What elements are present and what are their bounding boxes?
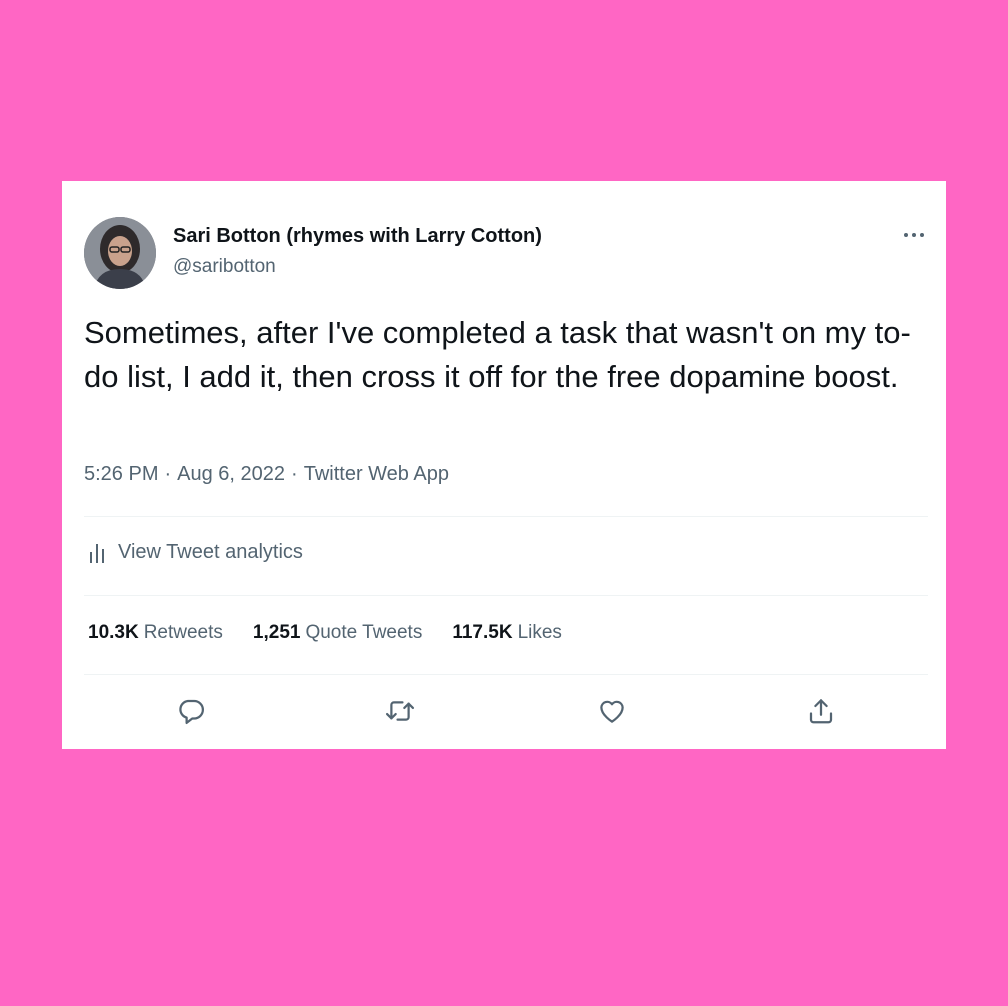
author-display-name[interactable]: Sari Botton (rhymes with Larry Cotton): [173, 225, 542, 248]
divider: [84, 595, 928, 596]
share-button[interactable]: [803, 693, 839, 729]
divider: [84, 516, 928, 517]
reply-button[interactable]: [173, 693, 209, 729]
retweet-arrows-icon: [385, 701, 415, 721]
retweets-label: Retweets: [143, 622, 223, 643]
likes-stat[interactable]: 117.5K Likes: [452, 622, 562, 644]
retweets-count: 10.3K: [88, 622, 139, 643]
tweet-source[interactable]: Twitter Web App: [304, 463, 449, 485]
tweet-text: Sometimes, after I've completed a task t…: [84, 315, 911, 394]
retweet-button[interactable]: [382, 693, 418, 729]
tweet-stats: 10.3K Retweets 1,251 Quote Tweets 117.5K Li…: [88, 622, 562, 644]
author-handle[interactable]: @saribotton: [173, 256, 276, 278]
likes-count: 117.5K: [452, 622, 513, 643]
bar-chart-icon: [90, 543, 104, 563]
like-button[interactable]: [594, 693, 630, 729]
meta-separator: ·: [164, 463, 172, 485]
tweet-card: Sari Botton (rhymes with Larry Cotton) @…: [62, 181, 946, 749]
more-options-button[interactable]: [898, 225, 930, 245]
retweets-stat[interactable]: 10.3K Retweets: [88, 622, 223, 644]
more-horizontal-icon: [904, 233, 924, 237]
analytics-label: View Tweet analytics: [118, 541, 303, 563]
quote-tweets-label: Quote Tweets: [305, 622, 423, 643]
heart-icon: [600, 700, 624, 723]
quote-tweets-count: 1,251: [252, 622, 301, 643]
tweet-meta: 5:26 PM · Aug 6, 2022 · Twitter Web App: [84, 463, 449, 486]
reply-bubble-icon: [179, 699, 204, 724]
divider: [84, 674, 928, 675]
tweet-date[interactable]: Aug 6, 2022: [177, 463, 285, 485]
avatar[interactable]: [84, 217, 156, 289]
quote-tweets-stat[interactable]: 1,251 Quote Tweets: [253, 622, 422, 644]
likes-label: Likes: [517, 622, 562, 643]
share-upload-icon: [809, 699, 833, 724]
meta-separator: ·: [291, 463, 298, 485]
view-analytics-link[interactable]: View Tweet analytics: [88, 541, 303, 564]
tweet-time[interactable]: 5:26 PM: [84, 463, 158, 485]
